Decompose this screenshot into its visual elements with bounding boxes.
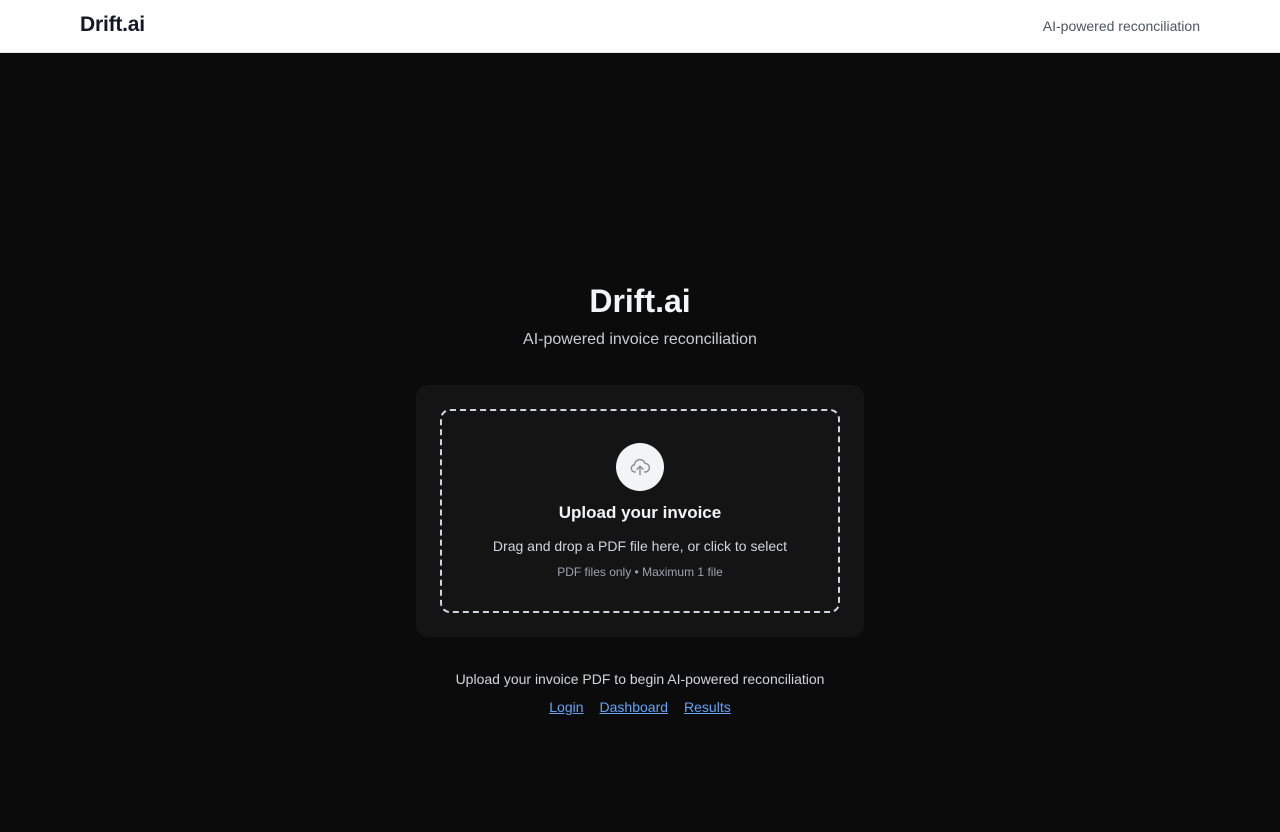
page-title: Drift.ai — [589, 283, 691, 319]
header-tagline: AI-powered reconciliation — [1042, 18, 1200, 34]
top-navbar: Drift.ai AI-powered reconciliation — [0, 0, 1280, 53]
page-subtitle: AI-powered invoice reconciliation — [523, 331, 757, 348]
file-dropzone[interactable]: Upload your invoice Drag and drop a PDF … — [440, 409, 840, 613]
dashboard-link[interactable]: Dashboard — [600, 699, 669, 715]
brand-logo[interactable]: Drift.ai — [80, 13, 145, 37]
upload-card: Upload your invoice Drag and drop a PDF … — [416, 385, 864, 637]
results-link[interactable]: Results — [684, 699, 731, 715]
cloud-upload-icon — [616, 443, 664, 491]
main-content: Drift.ai AI-powered invoice reconciliati… — [0, 53, 1280, 832]
upload-title: Upload your invoice — [558, 503, 722, 522]
footer-instruction: Upload your invoice PDF to begin AI-powe… — [455, 671, 825, 687]
footer-links: Login Dashboard Results — [0, 699, 1280, 715]
upload-description: Drag and drop a PDF file here, or click … — [492, 538, 788, 554]
upload-constraints-note: PDF files only • Maximum 1 file — [557, 565, 723, 579]
login-link[interactable]: Login — [549, 699, 583, 715]
